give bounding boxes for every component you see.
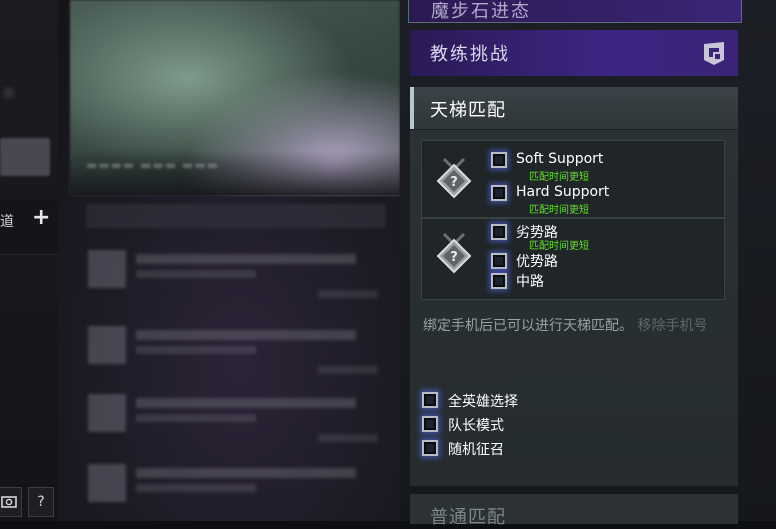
channel-label: 道 <box>0 214 14 230</box>
normal-match-title: 普通匹配 <box>430 507 506 528</box>
chat-message <box>88 394 388 452</box>
unranked-medal-icon: ? <box>436 232 472 274</box>
plus-icon[interactable]: + <box>32 206 50 230</box>
role-hint: 匹配时间更短 <box>529 205 589 216</box>
random-draft-label: 随机征召 <box>448 442 504 458</box>
svg-text:?: ? <box>450 175 458 190</box>
hero-fade <box>70 150 400 195</box>
offlane-checkbox[interactable] <box>491 224 507 240</box>
role-hint: 匹配时间更短 <box>529 241 589 252</box>
screenshot-icon[interactable] <box>0 487 22 517</box>
all-pick-label: 全英雄选择 <box>448 394 518 410</box>
all-pick-checkbox[interactable] <box>422 392 438 408</box>
captains-mode-checkbox[interactable] <box>422 416 438 432</box>
safelane-checkbox[interactable] <box>491 253 507 269</box>
role-label: 优势路 <box>516 254 558 270</box>
left-sidebar <box>0 0 58 521</box>
unranked-medal-icon: ? <box>436 157 472 199</box>
role-hint: 匹配时间更短 <box>529 172 589 183</box>
help-icon[interactable]: ? <box>28 487 54 517</box>
role-label: Hard Support <box>516 184 610 200</box>
top-mode-banner[interactable]: 魔步石进态 <box>408 0 742 23</box>
hero-caption-blurred: ▬▬▬▬ ▬▬▬ ▬▬▬ <box>86 158 220 172</box>
remove-phone-link[interactable]: 移除手机号 <box>637 318 707 334</box>
ranked-match-header[interactable]: 天梯匹配 <box>410 87 738 129</box>
midlane-checkbox[interactable] <box>491 273 507 289</box>
chat-message <box>88 250 388 308</box>
role-label: Soft Support <box>516 151 604 167</box>
captains-mode-label: 队长模式 <box>448 418 504 434</box>
chat-message <box>88 326 388 384</box>
soft-support-checkbox[interactable] <box>491 152 507 168</box>
background-panel: ▬▬▬▬ ▬▬▬ ▬▬▬ <box>0 0 400 521</box>
blurred-button <box>0 138 50 176</box>
chat-search-blurred <box>86 204 386 228</box>
top-mode-label: 魔步石进态 <box>431 1 531 22</box>
random-draft-checkbox[interactable] <box>422 440 438 456</box>
bind-note-text: 绑定手机后已可以进行天梯匹配。 <box>423 318 633 334</box>
phone-bind-note: 绑定手机后已可以进行天梯匹配。 移除手机号 <box>423 316 723 336</box>
coach-challenge-label: 教练挑战 <box>430 44 510 65</box>
hard-support-checkbox[interactable] <box>491 185 507 201</box>
chat-message <box>88 464 388 521</box>
chat-feed <box>78 198 398 521</box>
role-label: 中路 <box>516 274 544 290</box>
coach-challenge-button[interactable]: 教练挑战 <box>410 30 738 76</box>
ranked-match-title: 天梯匹配 <box>430 100 506 121</box>
dota-plus-icon <box>704 42 724 65</box>
svg-text:?: ? <box>450 250 458 265</box>
blurred-text <box>4 88 14 98</box>
normal-match-header[interactable]: 普通匹配 <box>410 494 738 528</box>
